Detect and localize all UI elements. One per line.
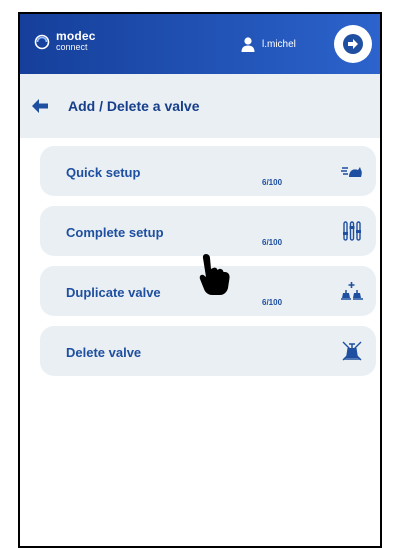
page-header: Add / Delete a valve [20,74,380,138]
logo: modec connect [34,29,96,52]
logo-sub: connect [56,42,88,52]
delete-valve-icon [342,341,362,361]
menu-item-label: Quick setup [66,165,141,180]
logout-icon [343,34,363,54]
menu-item-complete-setup[interactable]: Complete setup 6/100 [40,206,376,256]
top-bar: modec connect l.michel [20,14,380,74]
logout-button[interactable] [334,25,372,63]
hand-pointer-cursor [199,254,230,295]
logo-icon [34,34,50,49]
user-icon [241,37,255,52]
menu-item-label: Duplicate valve [66,285,161,300]
menu-item-quick-setup[interactable]: Quick setup 6/100 [40,146,376,196]
logo-text: modec connect [56,29,96,52]
logo-brand: modec [56,29,96,43]
back-arrow-icon[interactable] [30,96,50,116]
menu-item-count: 6/100 [262,238,283,247]
menu-item-count: 6/100 [262,178,283,187]
quick-setup-icon [341,167,362,177]
sliders-icon [343,221,361,241]
user-info[interactable]: l.michel [240,36,296,52]
menu-item-label: Delete valve [66,345,142,360]
menu-item-label: Complete setup [66,225,164,240]
page-title: Add / Delete a valve [68,98,200,114]
menu-item-count: 6/100 [262,298,283,307]
menu-item-delete-valve[interactable]: Delete valve [40,326,376,376]
username: l.michel [262,38,296,50]
duplicate-icon [341,282,363,300]
app-frame: modec connect l.michel Add / Delete a va… [18,12,382,548]
